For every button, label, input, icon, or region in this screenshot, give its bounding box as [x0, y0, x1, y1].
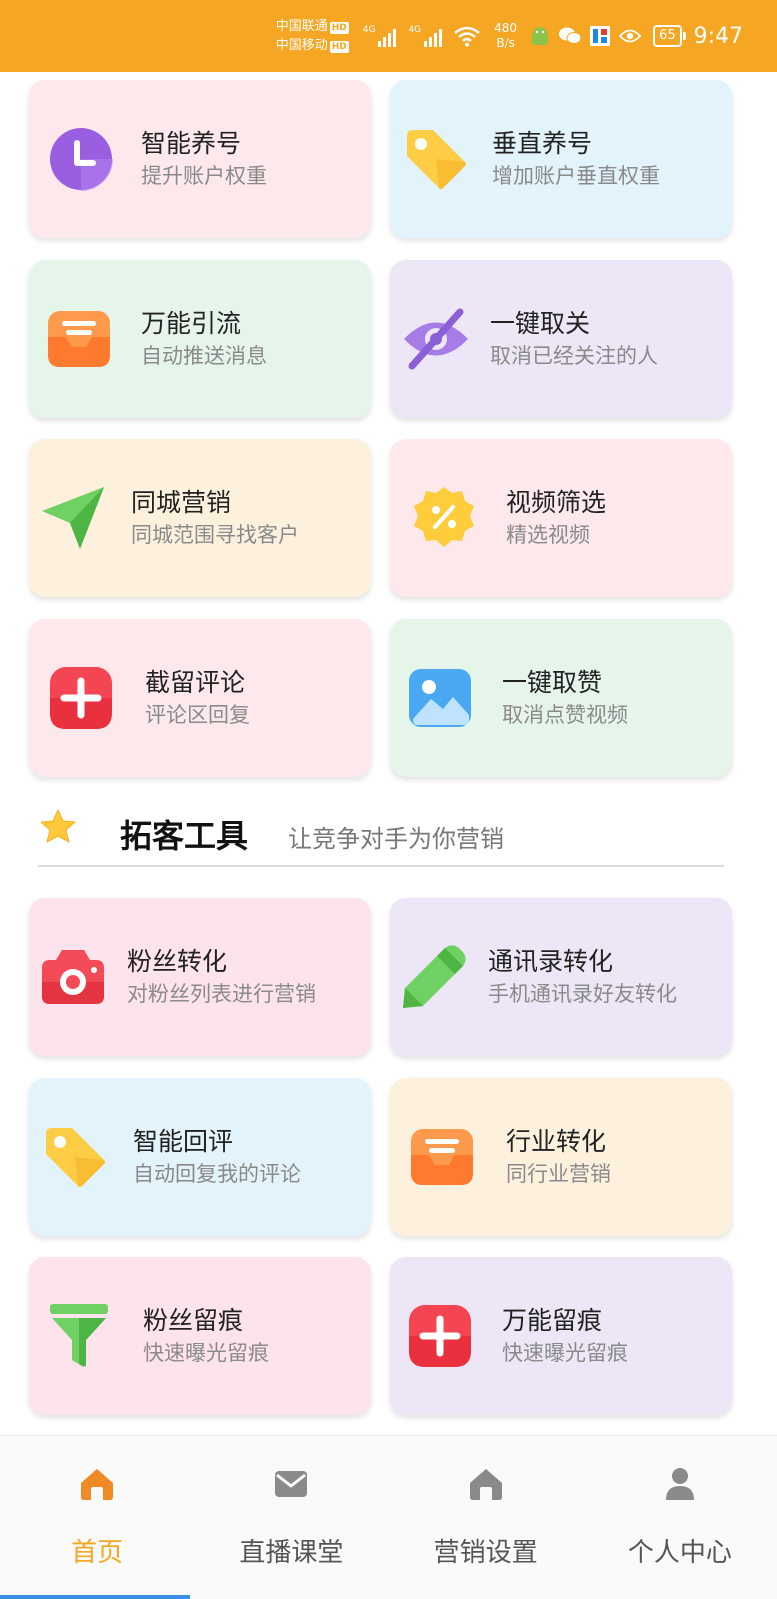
- card-title: 垂直养号: [492, 129, 593, 158]
- tab-home[interactable]: 首页: [0, 1436, 194, 1599]
- active-tab-indicator: [0, 1595, 190, 1599]
- tag-icon: [402, 125, 470, 193]
- mail-icon: [271, 1464, 311, 1504]
- home-icon: [466, 1464, 506, 1504]
- card-smart-account[interactable]: 智能养号 提升账户权重: [29, 80, 371, 238]
- tab-label: 首页: [71, 1538, 124, 1568]
- card-title: 粉丝转化: [127, 947, 228, 976]
- card-title: 同城营销: [131, 488, 232, 517]
- card-subtitle: 快速曝光留痕: [143, 1341, 269, 1365]
- battery-icon: 65: [653, 25, 686, 47]
- section-subtitle: 让竞争对手为你营销: [288, 825, 504, 853]
- card-vertical-account[interactable]: 垂直养号 增加账户垂直权重: [390, 80, 732, 238]
- card-subtitle: 同行业营销: [506, 1162, 611, 1186]
- inbox-icon: [408, 1123, 476, 1191]
- wifi-icon: [454, 26, 480, 47]
- card-unlike[interactable]: 一键取赞 取消点赞视频: [390, 619, 732, 777]
- card-fan-conversion[interactable]: 粉丝转化 对粉丝列表进行营销: [29, 898, 371, 1056]
- tab-label: 直播课堂: [239, 1538, 344, 1568]
- card-subtitle: 自动推送消息: [141, 344, 267, 368]
- hd-badge: HD: [329, 41, 349, 53]
- card-video-filter[interactable]: 视频筛选 精选视频: [390, 439, 732, 597]
- card-unfollow[interactable]: 一键取关 取消已经关注的人: [390, 260, 732, 418]
- pencil-icon: [400, 943, 468, 1011]
- card-subtitle: 取消已经关注的人: [490, 344, 658, 368]
- battery-level: 65: [659, 28, 676, 43]
- wechat-icon: [559, 25, 582, 47]
- card-title: 一键取关: [490, 309, 591, 338]
- network-type: 4G: [408, 25, 422, 35]
- speed-unit: B/s: [496, 36, 515, 50]
- signal-icon: 4G: [363, 25, 397, 47]
- inbox-icon: [45, 305, 113, 373]
- eye-off-icon: [402, 305, 470, 373]
- card-title: 行业转化: [506, 1127, 607, 1156]
- card-subtitle: 快速曝光留痕: [502, 1341, 628, 1365]
- clock: 9:47: [693, 23, 743, 49]
- card-subtitle: 精选视频: [506, 523, 590, 547]
- card-subtitle: 评论区回复: [145, 703, 250, 727]
- speed-value: 480: [494, 21, 518, 35]
- android-icon: [529, 25, 551, 47]
- plus-box-icon: [406, 1302, 474, 1370]
- card-title: 智能养号: [141, 129, 242, 158]
- card-title: 截留评论: [145, 668, 246, 697]
- card-industry-conversion[interactable]: 行业转化 同行业营销: [390, 1078, 732, 1236]
- card-subtitle: 手机通讯录好友转化: [488, 982, 677, 1006]
- bottom-tab-bar: 首页 直播课堂 营销设置 个人中心: [0, 1435, 777, 1599]
- card-subtitle: 对粉丝列表进行营销: [127, 982, 316, 1006]
- card-subtitle: 取消点赞视频: [502, 703, 628, 727]
- card-universal-trace[interactable]: 万能留痕 快速曝光留痕: [390, 1257, 732, 1415]
- card-title: 粉丝留痕: [143, 1306, 244, 1335]
- carrier-2: 中国移动: [275, 38, 328, 53]
- tab-label: 个人中心: [627, 1538, 732, 1568]
- card-title: 智能回评: [133, 1127, 234, 1156]
- eye-icon: [619, 25, 642, 47]
- network-type: 4G: [362, 25, 376, 35]
- plus-box-icon: [47, 664, 115, 732]
- clock-icon: [47, 125, 115, 193]
- network-speed: 480 B/s: [494, 21, 517, 51]
- card-subtitle: 同城范围寻找客户: [131, 523, 299, 547]
- card-smart-reply[interactable]: 智能回评 自动回复我的评论: [29, 1078, 371, 1236]
- tab-label: 营销设置: [433, 1538, 538, 1568]
- card-universal-traffic[interactable]: 万能引流 自动推送消息: [29, 260, 371, 418]
- status-bar: 中国联通 HD 中国移动 HD 4G 4G 480 B/s 65 9:47: [0, 0, 777, 72]
- card-title: 万能留痕: [502, 1306, 603, 1335]
- card-local-marketing[interactable]: 同城营销 同城范围寻找客户: [29, 439, 371, 597]
- discount-badge-icon: [410, 484, 478, 552]
- section-header-customer-tools: 拓客工具 让竞争对手为你营销: [38, 805, 724, 867]
- tag-icon: [41, 1123, 109, 1191]
- camera-icon: [39, 943, 107, 1011]
- send-icon: [39, 484, 107, 552]
- card-subtitle: 提升账户权重: [141, 164, 267, 188]
- card-intercept-comments[interactable]: 截留评论 评论区回复: [29, 619, 371, 777]
- tab-marketing-settings[interactable]: 营销设置: [389, 1436, 583, 1599]
- tab-live-class[interactable]: 直播课堂: [194, 1436, 388, 1599]
- card-title: 一键取赞: [502, 668, 603, 697]
- carrier-info: 中国联通 HD 中国移动 HD: [276, 17, 349, 55]
- card-subtitle: 自动回复我的评论: [133, 1162, 301, 1186]
- card-contacts-conversion[interactable]: 通讯录转化 手机通讯录好友转化: [390, 898, 732, 1056]
- carrier-1: 中国联通: [275, 19, 328, 34]
- star-icon: [40, 809, 76, 843]
- signal-icon: 4G: [408, 25, 443, 47]
- card-title: 通讯录转化: [488, 947, 614, 976]
- section-title: 拓客工具: [120, 817, 249, 855]
- image-icon: [406, 664, 474, 732]
- user-icon: [660, 1464, 700, 1504]
- hd-badge: HD: [329, 22, 349, 34]
- card-title: 视频筛选: [506, 488, 607, 517]
- home-icon: [77, 1464, 117, 1504]
- card-fan-trace[interactable]: 粉丝留痕 快速曝光留痕: [29, 1257, 371, 1415]
- app-notification-icon: [589, 25, 611, 47]
- card-title: 万能引流: [141, 309, 242, 338]
- funnel-icon: [45, 1302, 113, 1370]
- tab-profile[interactable]: 个人中心: [583, 1436, 777, 1599]
- card-subtitle: 增加账户垂直权重: [492, 164, 660, 188]
